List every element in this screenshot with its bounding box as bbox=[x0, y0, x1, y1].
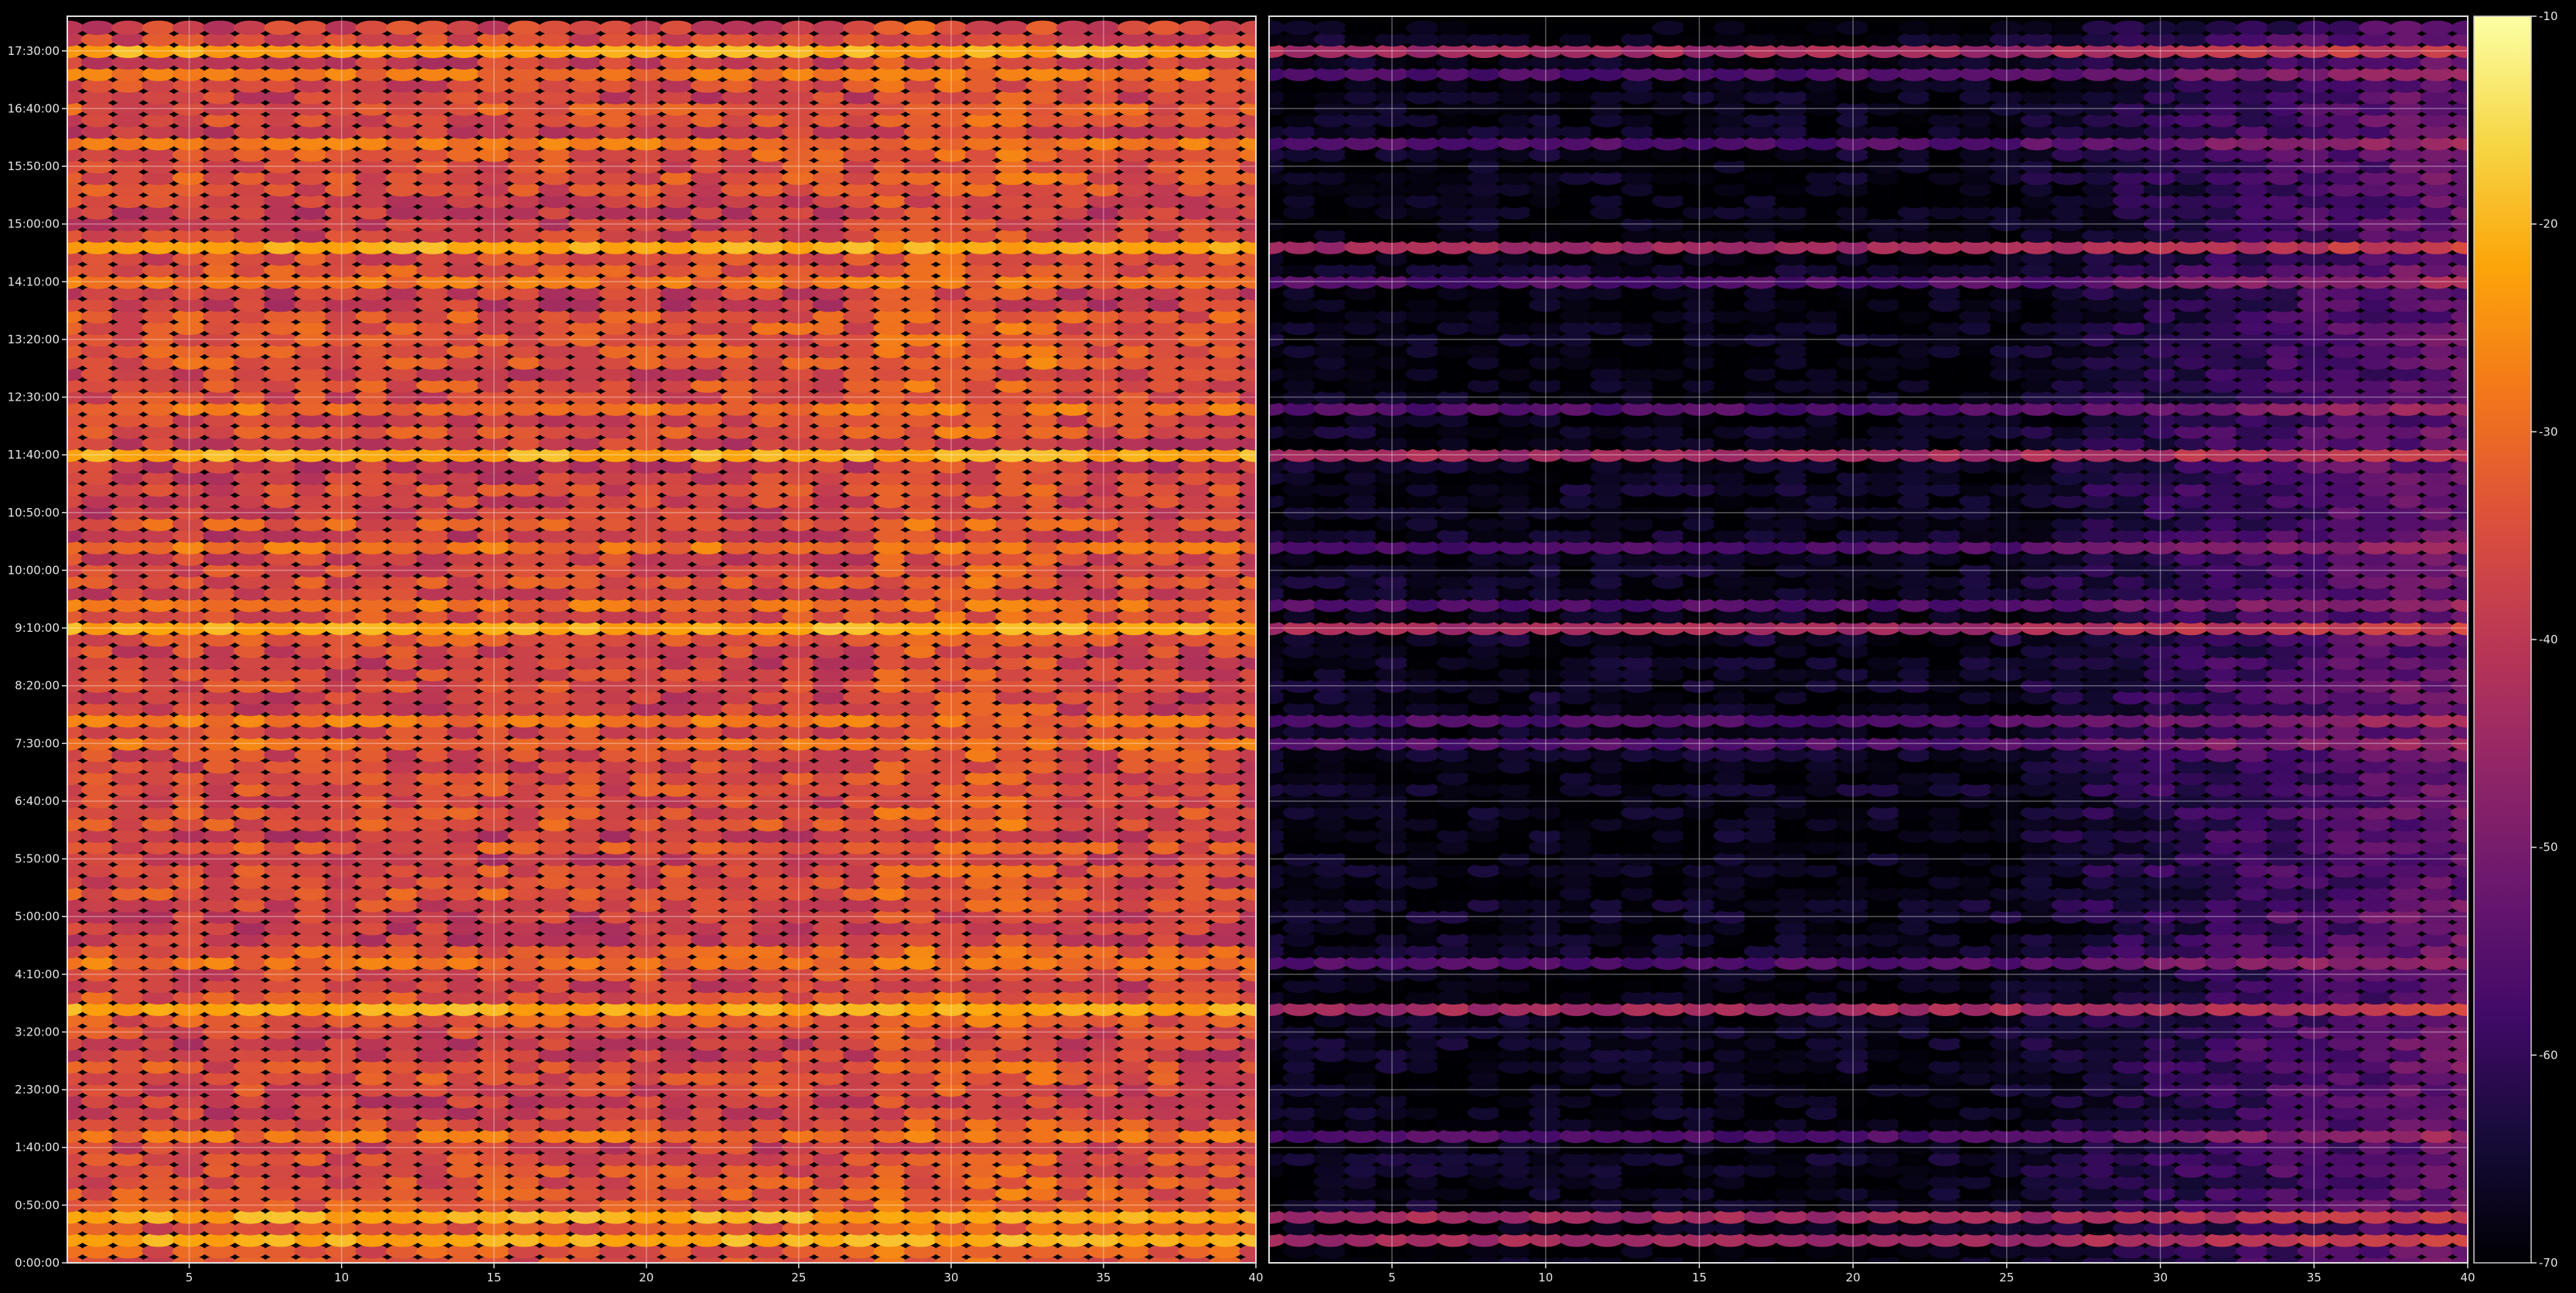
heatmap-cell bbox=[1117, 20, 1152, 36]
heatmap-cell bbox=[385, 20, 420, 36]
heatmap-cell bbox=[903, 20, 938, 36]
heatmap-cell bbox=[843, 20, 877, 36]
heatmap-cell bbox=[812, 20, 847, 36]
heatmap-cell bbox=[721, 20, 755, 36]
heatmap-cell bbox=[142, 20, 176, 36]
heatmap-cell bbox=[751, 20, 786, 36]
heatmap-cell bbox=[690, 20, 725, 36]
heatmap-cell bbox=[264, 20, 298, 36]
heatmap-cell bbox=[660, 20, 694, 36]
heatmap-cell bbox=[599, 20, 633, 36]
heatmap-cell bbox=[1208, 20, 1243, 36]
heatmap-cell bbox=[537, 20, 572, 36]
heatmap-cell bbox=[568, 20, 602, 36]
heatmap-cell bbox=[873, 20, 907, 36]
heatmap-chart: 0:00:000:50:001:40:002:30:003:20:004:10:… bbox=[0, 0, 2576, 1293]
heatmap-cell bbox=[1025, 20, 1059, 36]
heatmap-cell bbox=[1148, 20, 1182, 36]
heatmap-cell bbox=[111, 20, 145, 36]
heatmap-cell bbox=[507, 20, 541, 36]
heatmap-cell bbox=[1056, 20, 1090, 36]
heatmap-cell bbox=[203, 20, 237, 36]
heatmap-cell bbox=[294, 20, 328, 36]
heatmap-cell bbox=[416, 20, 450, 36]
heatmap-cell bbox=[80, 20, 115, 36]
heatmap-cell bbox=[233, 20, 268, 36]
heatmap-cell bbox=[964, 20, 999, 36]
heatmap-cell bbox=[446, 20, 480, 36]
heatmap-cell bbox=[1178, 20, 1212, 36]
heatmap-cell bbox=[995, 20, 1029, 36]
heatmap-cell bbox=[355, 20, 389, 36]
